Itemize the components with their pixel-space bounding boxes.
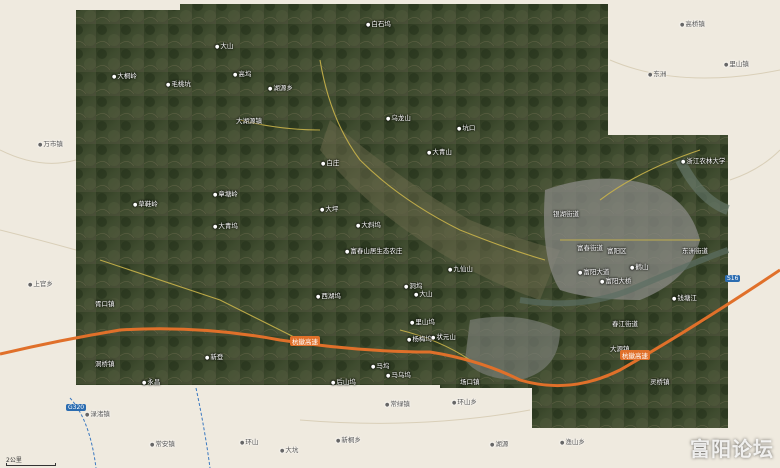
scale-bar — [6, 463, 56, 466]
map-label[interactable]: 白庄 — [321, 159, 339, 168]
map-label[interactable]: 草鞋岭 — [133, 200, 158, 209]
map-label[interactable]: 东洲 — [648, 70, 666, 79]
map-label[interactable]: 新桐乡 — [336, 436, 361, 445]
map-label[interactable]: 里山镇 — [724, 60, 749, 69]
road-shield: S16 — [725, 275, 741, 282]
map-label[interactable]: 白石坞 — [366, 20, 391, 29]
map-label[interactable]: 新登 — [205, 353, 223, 362]
map-label[interactable]: 场口镇 — [460, 378, 480, 386]
map-label[interactable]: 东洲街道 — [682, 247, 708, 255]
map-label[interactable]: 大山 — [215, 42, 233, 51]
map-label[interactable]: 坑口 — [457, 124, 475, 133]
map-label[interactable]: 杨梅坞 — [407, 335, 432, 344]
map-label[interactable]: 后山坞 — [331, 378, 356, 387]
map-label[interactable]: 富春山居生态农庄 — [345, 247, 402, 256]
map-label[interactable]: 高坞 — [233, 70, 251, 79]
map-label[interactable]: 状元山 — [431, 333, 456, 342]
map-label[interactable]: 大青坞 — [213, 222, 238, 231]
map-label[interactable]: 上官乡 — [28, 280, 53, 289]
map-label[interactable]: 洞桥镇 — [95, 360, 115, 368]
map-label[interactable]: 湖源乡 — [268, 84, 293, 93]
map-label[interactable]: 钱塘江 — [672, 294, 697, 303]
map-label[interactable]: 胥口镇 — [95, 300, 115, 308]
map-label[interactable]: 万市镇 — [38, 140, 63, 149]
map-label[interactable]: 环山 — [240, 438, 258, 447]
map-label[interactable]: 渌渚镇 — [85, 410, 110, 419]
road-shield: G320 — [66, 404, 87, 411]
map-label[interactable]: 湖源 — [490, 440, 508, 449]
map-label[interactable]: 鹳山 — [630, 263, 648, 272]
map-label[interactable]: 环山乡 — [452, 398, 477, 407]
expressway-label-east: 杭徽高速 — [620, 350, 650, 360]
map-label[interactable]: 大坑 — [280, 446, 298, 455]
map-label[interactable]: 大坪 — [320, 205, 338, 214]
map-label[interactable]: 乌龙山 — [386, 114, 411, 123]
map-label[interactable]: 渔山乡 — [560, 438, 585, 447]
watermark: 富阳论坛 — [690, 437, 774, 461]
map-label[interactable]: 章塘岭 — [213, 190, 238, 199]
map-label[interactable]: 马乌坞 — [386, 371, 411, 380]
map-label[interactable]: 大斜坞 — [356, 221, 381, 230]
map-label[interactable]: 里山坞 — [410, 318, 435, 327]
map-label[interactable]: 大湖源镇 — [236, 117, 262, 125]
map-label[interactable]: 大桐岭 — [112, 72, 137, 81]
map-label[interactable]: 富春街道 — [577, 244, 603, 252]
map-label[interactable]: 高桥镇 — [680, 20, 705, 29]
map-label[interactable]: 浙江农林大学 — [681, 157, 725, 166]
map-view[interactable]: 大湖源镇湖源乡大桐岭大青坞章塘岭草鞋岭毛桃坑大山高坞白庄大坪大斜坞白石坞乌龙山大… — [0, 0, 780, 468]
map-label[interactable]: 常安镇 — [150, 440, 175, 449]
map-label[interactable]: 灵桥镇 — [650, 378, 670, 386]
map-label[interactable]: 大山 — [414, 290, 432, 299]
map-label[interactable]: 富阳大道 — [578, 268, 609, 277]
map-label[interactable]: 常绿镇 — [385, 400, 410, 409]
map-label[interactable]: 富阳大桥 — [600, 277, 631, 286]
map-label[interactable]: 银湖街道 — [553, 210, 579, 218]
map-label[interactable]: 大青山 — [427, 148, 452, 157]
map-label[interactable]: 马坞 — [371, 362, 389, 371]
map-label[interactable]: 春江街道 — [612, 320, 638, 328]
expressway-label: 杭徽高速 — [290, 336, 320, 346]
map-label[interactable]: 九仙山 — [448, 265, 473, 274]
map-label[interactable]: 西湖坞 — [316, 292, 341, 301]
map-label[interactable]: 毛桃坑 — [166, 80, 191, 89]
map-label[interactable]: 永昌 — [142, 378, 160, 387]
map-label[interactable]: 富阳区 — [607, 247, 627, 255]
